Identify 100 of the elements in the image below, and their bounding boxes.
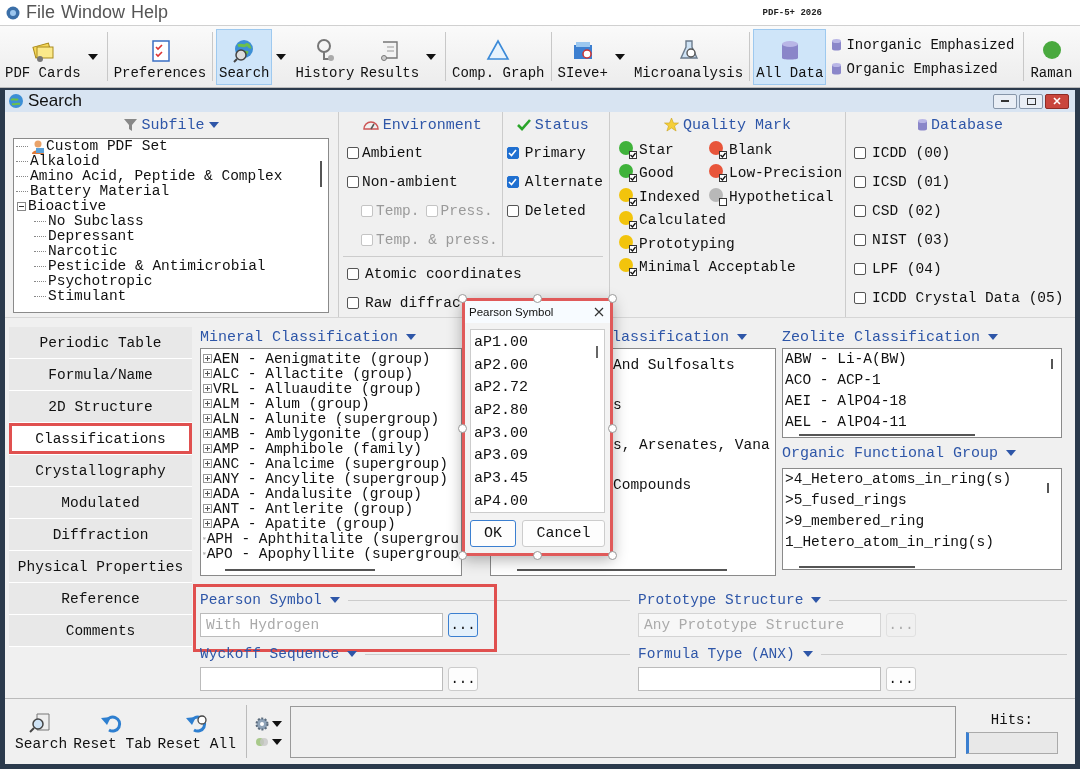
scrollbar[interactable] xyxy=(799,434,975,436)
tree-item[interactable]: Psychotropic xyxy=(48,274,153,289)
checkbox[interactable] xyxy=(719,174,727,183)
scrollbar[interactable] xyxy=(320,161,322,187)
toolbar-button[interactable]: Inorganic Emphasized xyxy=(832,36,1015,53)
checkbox[interactable] xyxy=(629,150,637,159)
list-item[interactable]: aP2.80 xyxy=(474,402,528,420)
list-item[interactable]: ADA - Andalusite (group) xyxy=(213,485,422,502)
checkbox[interactable] xyxy=(854,146,866,159)
list-item[interactable]: ABW - Li-A(BW) xyxy=(785,351,907,367)
list-item[interactable]: aP3.45 xyxy=(474,470,528,488)
checkbox[interactable] xyxy=(629,221,637,230)
dropdown-arrow[interactable] xyxy=(802,651,813,657)
tab[interactable]: Diffraction xyxy=(9,519,192,551)
toolbar-button[interactable]: History xyxy=(292,29,358,85)
dropdown-arrow[interactable] xyxy=(988,334,999,340)
tab[interactable]: Classifications xyxy=(9,423,192,455)
resize-handle[interactable] xyxy=(458,294,467,303)
toolbar-button[interactable]: Raman xyxy=(1027,29,1076,85)
close-button[interactable] xyxy=(594,307,604,317)
tree-item[interactable]: Battery Material xyxy=(30,184,170,199)
list-item[interactable]: ANY - Ancylite (supergroup) xyxy=(213,470,448,487)
tree-item[interactable]: Pesticide & Antimicrobial xyxy=(48,259,266,274)
tree-item[interactable]: Depressant xyxy=(48,229,135,244)
dropdown-button[interactable] xyxy=(254,716,282,731)
list-item[interactable]: ANT - Antlerite (group) xyxy=(213,500,414,517)
resize-handle[interactable] xyxy=(608,551,617,560)
list-item[interactable]: ALC - Allactite (group) xyxy=(213,365,414,382)
dialog-button[interactable]: OK xyxy=(470,520,516,547)
list-item[interactable]: ACO - ACP-1 xyxy=(785,372,881,388)
tree-item[interactable]: Bioactive xyxy=(28,199,107,214)
checkbox[interactable] xyxy=(854,204,866,217)
list-item[interactable]: APO - Apophyllite (supergroup xyxy=(206,545,459,562)
input-field[interactable] xyxy=(638,667,881,691)
list-item[interactable]: >5_fused_rings xyxy=(785,492,907,508)
list-item[interactable]: >4_Hetero_atoms_in_ring(s) xyxy=(785,471,1012,487)
scrollbar[interactable] xyxy=(596,346,598,358)
tree-item[interactable]: Narcotic xyxy=(48,244,118,259)
checkbox[interactable] xyxy=(719,150,727,159)
tab[interactable]: Modulated xyxy=(9,487,192,519)
tree-item[interactable]: Amino Acid, Peptide & Complex xyxy=(30,169,283,184)
dropdown-arrow[interactable] xyxy=(347,651,358,657)
resize-handle[interactable] xyxy=(608,424,617,433)
checkbox[interactable] xyxy=(506,146,519,159)
input-field[interactable] xyxy=(200,667,443,691)
action-button[interactable]: Reset All xyxy=(155,711,238,752)
tab[interactable]: Comments xyxy=(9,615,192,647)
tree-item[interactable]: Custom PDF Set xyxy=(46,139,168,154)
checkbox[interactable] xyxy=(629,197,637,206)
input-field[interactable]: With Hydrogen xyxy=(200,613,443,637)
resize-handle[interactable] xyxy=(458,551,467,560)
list-item[interactable]: VRL - Alluaudite (group) xyxy=(213,380,422,397)
list-item[interactable]: AMB - Amblygonite (group) xyxy=(213,425,431,442)
scrollbar[interactable] xyxy=(799,566,915,568)
tab[interactable]: Formula/Name xyxy=(9,359,192,391)
checkbox[interactable] xyxy=(347,296,359,309)
list-item[interactable]: And Sulfosalts xyxy=(613,357,735,373)
action-button[interactable]: Search xyxy=(13,711,70,752)
checkbox[interactable] xyxy=(854,291,866,304)
list-item[interactable]: ANC - Analcime (supergroup) xyxy=(213,455,448,472)
dropdown-arrow[interactable] xyxy=(208,122,219,128)
list-item[interactable]: APH - Aphthitalite (supergrou xyxy=(206,530,459,547)
action-button[interactable]: Reset Tab xyxy=(71,711,154,752)
list-item[interactable]: aP2.00 xyxy=(474,356,528,374)
resize-handle[interactable] xyxy=(533,551,542,560)
checkbox[interactable] xyxy=(629,244,637,253)
checkbox[interactable] xyxy=(629,268,637,277)
minimize-button[interactable] xyxy=(993,93,1017,109)
list-item[interactable]: aP4.00 xyxy=(474,492,528,510)
list-item[interactable]: APA - Apatite (group) xyxy=(213,515,396,532)
checkbox[interactable] xyxy=(719,197,727,206)
toolbar-button[interactable]: Search xyxy=(216,29,273,85)
list-item[interactable]: ALN - Alunite (supergroup) xyxy=(213,410,440,427)
tree-item[interactable]: No Subclass xyxy=(48,214,144,229)
collapse-icon[interactable] xyxy=(17,202,26,211)
toolbar-button[interactable]: All Data xyxy=(753,29,827,85)
resize-handle[interactable] xyxy=(533,294,542,303)
dropdown-button[interactable] xyxy=(254,736,282,747)
list-item[interactable]: AEI - AlPO4-18 xyxy=(785,393,907,409)
tab[interactable]: 2D Structure xyxy=(9,391,192,423)
list-item[interactable]: aP1.00 xyxy=(474,334,528,351)
list-item[interactable]: s, Arsenates, Vana xyxy=(613,437,770,453)
checkbox[interactable] xyxy=(854,233,866,246)
list-item[interactable]: ALM - Alum (group) xyxy=(213,395,370,412)
checkbox[interactable] xyxy=(506,204,519,217)
scrollbar[interactable] xyxy=(1047,483,1049,493)
tab[interactable]: Reference xyxy=(9,583,192,615)
list-item[interactable]: AEL - AlPO4-11 xyxy=(785,414,907,430)
toolbar-button[interactable]: PDF Cards xyxy=(2,29,84,85)
toolbar-button[interactable]: SIeve+ xyxy=(554,29,611,85)
dropdown-arrow[interactable] xyxy=(406,334,417,340)
list-item[interactable]: >9_membered_ring xyxy=(785,513,925,529)
tab[interactable]: Periodic Table xyxy=(9,327,192,359)
dropdown-arrow[interactable] xyxy=(737,334,748,340)
checkbox[interactable] xyxy=(347,175,359,188)
tree-item[interactable]: Alkaloid xyxy=(30,154,100,169)
checkbox[interactable] xyxy=(506,175,519,188)
browse-button[interactable]: ... xyxy=(448,667,478,691)
dialog-button[interactable]: Cancel xyxy=(522,520,605,547)
checkbox[interactable] xyxy=(629,174,637,183)
